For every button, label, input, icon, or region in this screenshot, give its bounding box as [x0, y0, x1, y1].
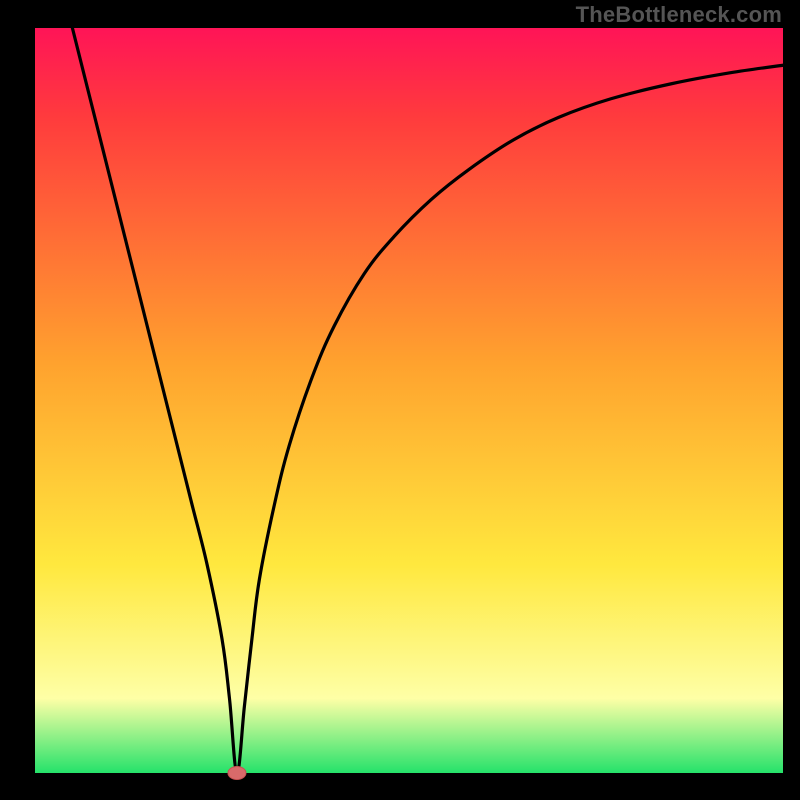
chart-frame: { "attribution": "TheBottleneck.com", "c…	[0, 0, 800, 800]
bottleneck-chart	[0, 0, 800, 800]
plot-area	[35, 28, 783, 773]
attribution-text: TheBottleneck.com	[576, 2, 782, 28]
minimum-marker	[228, 767, 246, 780]
